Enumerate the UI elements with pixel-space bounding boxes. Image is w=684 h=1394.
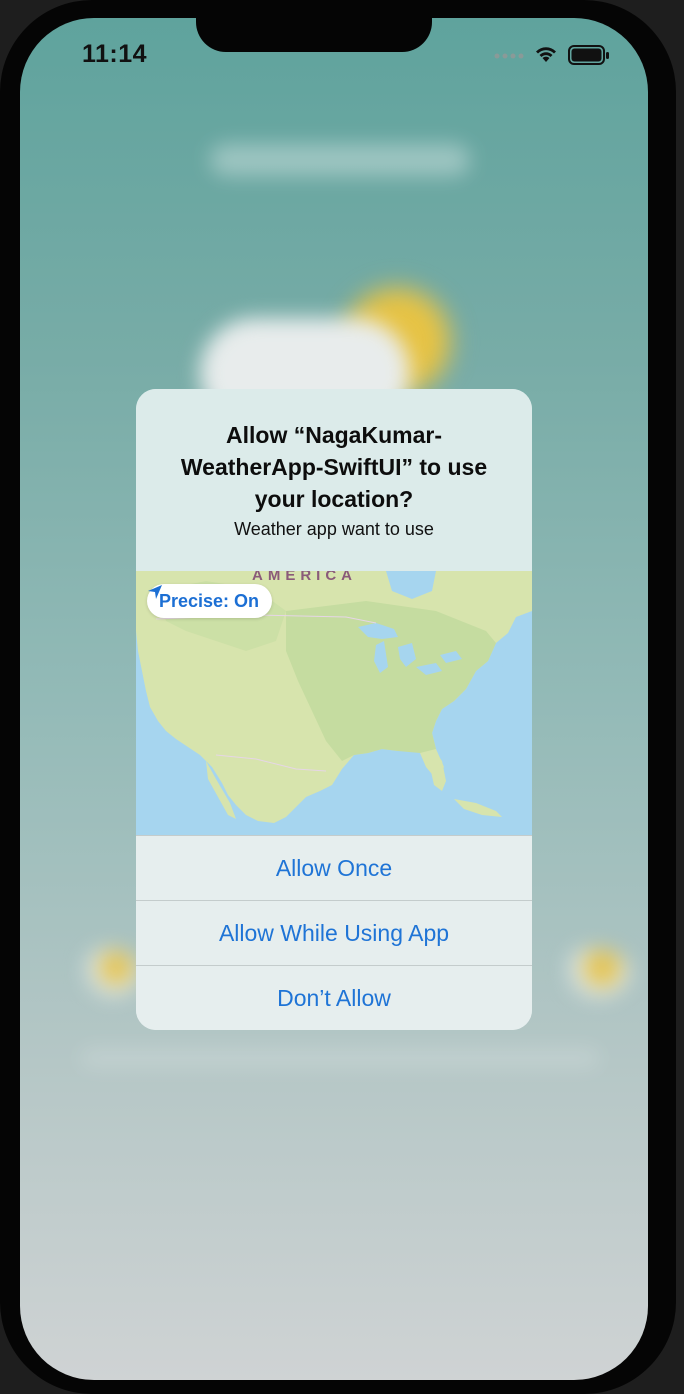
background-forecast-left-icon	[80, 948, 140, 998]
dont-allow-button[interactable]: Don’t Allow	[136, 966, 532, 1030]
status-icons	[494, 44, 634, 68]
wifi-icon	[536, 47, 556, 62]
allow-while-using-app-button[interactable]: Allow While Using App	[136, 901, 532, 966]
background-city-title	[210, 144, 470, 176]
device-notch	[196, 0, 432, 52]
device-frame: 11:14 Allow “NagaKumar-WeatherApp-SwiftU…	[0, 0, 684, 1394]
map-region-label: AMERICA	[252, 571, 357, 584]
location-map: AMERICA Precise: On	[136, 571, 532, 835]
location-arrow-icon	[148, 585, 162, 599]
location-permission-alert: Allow “NagaKumar-WeatherApp-SwiftUI” to …	[136, 389, 532, 1030]
precise-location-toggle[interactable]: Precise: On	[147, 584, 273, 618]
allow-once-button[interactable]: Allow Once	[136, 836, 532, 901]
phone-screen: 11:14 Allow “NagaKumar-WeatherApp-SwiftU…	[20, 18, 648, 1380]
alert-message: Weather app want to use	[234, 519, 434, 539]
battery-icon	[568, 45, 609, 65]
alert-header: Allow “NagaKumar-WeatherApp-SwiftUI” to …	[136, 389, 532, 571]
background-forecast-right-icon	[560, 948, 630, 998]
status-time: 11:14	[82, 40, 148, 68]
cellular-dots-icon	[494, 53, 524, 59]
background-forecast-labels	[80, 1048, 600, 1068]
alert-title: Allow “NagaKumar-WeatherApp-SwiftUI” to …	[180, 422, 488, 512]
phone-bezel: 11:14 Allow “NagaKumar-WeatherApp-SwiftU…	[0, 0, 676, 1394]
precise-label: Precise: On	[159, 590, 260, 611]
